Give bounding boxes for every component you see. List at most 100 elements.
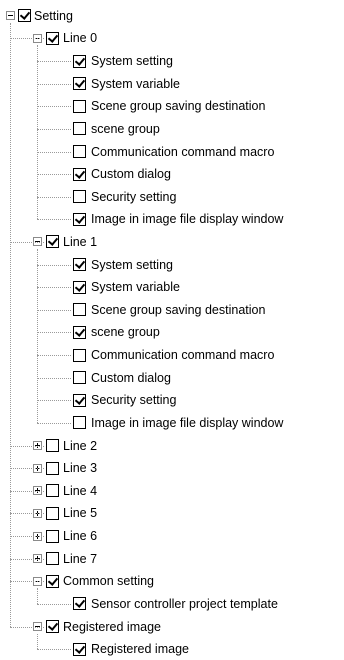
- unchecked-checkbox-icon[interactable]: [73, 416, 86, 430]
- tree-node-label: System setting: [91, 257, 173, 272]
- checked-checkbox-icon[interactable]: [73, 393, 86, 407]
- tree-node-setting-line-7[interactable]: Line 7: [0, 547, 344, 570]
- unchecked-checkbox-icon[interactable]: [46, 529, 59, 543]
- unchecked-checkbox-icon[interactable]: [73, 99, 86, 113]
- checked-checkbox-icon[interactable]: [73, 325, 86, 339]
- tree-node-label: Custom dialog: [91, 370, 171, 385]
- tree-node-setting[interactable]: Setting: [0, 5, 344, 28]
- tree-node-label: Line 4: [63, 483, 98, 498]
- tree-connector: [37, 649, 71, 650]
- tree-connector: [10, 513, 44, 514]
- tree-node-label: Registered image: [91, 641, 189, 656]
- checked-checkbox-icon[interactable]: [73, 597, 86, 611]
- tree-connector: [37, 129, 71, 130]
- checked-checkbox-icon[interactable]: [46, 620, 59, 634]
- tree-node-label: Communication command macro: [91, 347, 275, 362]
- tree-node-setting-common-setting[interactable]: Common setting: [0, 570, 344, 593]
- tree-node-label: Common setting: [63, 574, 155, 589]
- unchecked-checkbox-icon[interactable]: [46, 439, 59, 453]
- tree-node-setting-line-6[interactable]: Line 6: [0, 525, 344, 548]
- tree-connector: [37, 400, 71, 401]
- tree-connector: [10, 38, 44, 39]
- tree-connector: [37, 61, 71, 62]
- checked-checkbox-icon[interactable]: [73, 212, 86, 226]
- tree-node-label: Setting: [34, 8, 73, 23]
- tree-connector: [37, 174, 71, 175]
- tree-node-label: Line 3: [63, 460, 98, 475]
- tree-guide: [37, 633, 38, 650]
- tree-connector: [37, 423, 71, 424]
- tree-connector: [37, 265, 71, 266]
- tree-node-label: scene group: [91, 121, 160, 136]
- unchecked-checkbox-icon[interactable]: [73, 190, 86, 204]
- tree-node-setting-registered-image[interactable]: Registered image: [0, 615, 344, 638]
- tree-connector: [10, 491, 44, 492]
- unchecked-checkbox-icon[interactable]: [46, 484, 59, 498]
- tree-connector: [10, 242, 44, 243]
- tree-connector: [37, 378, 71, 379]
- unchecked-checkbox-icon[interactable]: [73, 303, 86, 317]
- tree-node-label: Line 6: [63, 528, 98, 543]
- checked-checkbox-icon[interactable]: [73, 642, 86, 656]
- collapse-icon[interactable]: [6, 11, 15, 21]
- tree-connector: [10, 559, 44, 560]
- tree-node-label: Security setting: [91, 393, 177, 408]
- tree-connector: [37, 84, 71, 85]
- tree-node-label: Custom dialog: [91, 166, 171, 181]
- tree-node-label: Communication command macro: [91, 144, 275, 159]
- tree-connector: [37, 287, 71, 288]
- tree-guide: [37, 45, 38, 220]
- tree-node-label: Line 1: [63, 234, 98, 249]
- tree-node-label: Sensor controller project template: [91, 596, 278, 611]
- tree-node-setting-line-4[interactable]: Line 4: [0, 480, 344, 503]
- tree-connector: [37, 355, 71, 356]
- checked-checkbox-icon[interactable]: [46, 31, 59, 45]
- tree-connector: [10, 468, 44, 469]
- tree-connector: [37, 197, 71, 198]
- tree-node-label: Scene group saving destination: [91, 99, 266, 114]
- checked-checkbox-icon[interactable]: [18, 9, 31, 23]
- checked-checkbox-icon[interactable]: [73, 167, 86, 181]
- settings-tree: Setting Line 0 System setting System variab…: [0, 0, 344, 656]
- unchecked-checkbox-icon[interactable]: [46, 506, 59, 520]
- tree-connector: [37, 332, 71, 333]
- tree-node-setting-line-2[interactable]: Line 2: [0, 434, 344, 457]
- tree-guide: [10, 22, 11, 627]
- checked-checkbox-icon[interactable]: [73, 54, 86, 68]
- tree-connector: [37, 219, 71, 220]
- tree-connector: [37, 106, 71, 107]
- tree-connector: [37, 310, 71, 311]
- tree-node-label: System setting: [91, 53, 173, 68]
- unchecked-checkbox-icon[interactable]: [73, 122, 86, 136]
- tree-node-label: Registered image: [63, 619, 161, 634]
- unchecked-checkbox-icon[interactable]: [46, 461, 59, 475]
- tree-guide: [37, 588, 38, 604]
- unchecked-checkbox-icon[interactable]: [73, 371, 86, 385]
- tree-connector: [10, 446, 44, 447]
- tree-node-label: Line 5: [63, 506, 98, 521]
- tree-node-setting-line-3[interactable]: Line 3: [0, 457, 344, 480]
- checked-checkbox-icon[interactable]: [73, 280, 86, 294]
- checked-checkbox-icon[interactable]: [46, 235, 59, 249]
- tree-node-label: Line 0: [63, 31, 98, 46]
- tree-connector: [37, 604, 71, 605]
- tree-node-label: System variable: [91, 76, 180, 91]
- tree-node-label: Image in image file display window: [91, 415, 284, 430]
- tree-node-setting-line-1[interactable]: Line 1: [0, 231, 344, 254]
- checked-checkbox-icon[interactable]: [46, 574, 59, 588]
- tree-node-label: Scene group saving destination: [91, 302, 266, 317]
- tree-node-label: Line 7: [63, 551, 98, 566]
- tree-connector: [10, 536, 44, 537]
- tree-node-setting-line-5[interactable]: Line 5: [0, 502, 344, 525]
- tree-node-label: System variable: [91, 279, 180, 294]
- tree-node-label: Image in image file display window: [91, 212, 284, 227]
- tree-node-label: Security setting: [91, 189, 177, 204]
- checked-checkbox-icon[interactable]: [73, 77, 86, 91]
- unchecked-checkbox-icon[interactable]: [46, 552, 59, 566]
- tree-connector: [10, 627, 44, 628]
- tree-node-setting-line-0[interactable]: Line 0: [0, 27, 344, 50]
- unchecked-checkbox-icon[interactable]: [73, 348, 86, 362]
- tree-guide: [37, 249, 38, 423]
- checked-checkbox-icon[interactable]: [73, 258, 86, 272]
- unchecked-checkbox-icon[interactable]: [73, 145, 86, 159]
